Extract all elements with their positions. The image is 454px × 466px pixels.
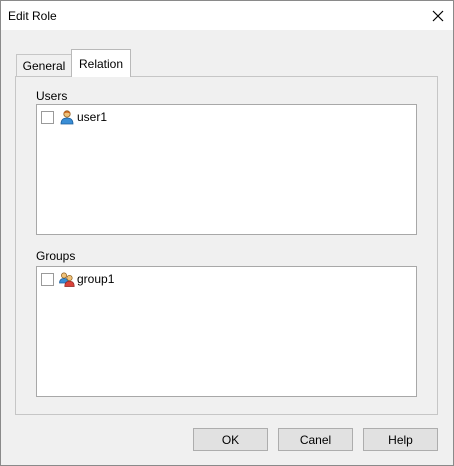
tab-relation-label: Relation bbox=[78, 56, 124, 71]
edit-role-dialog: Edit Role General Relation Users user1 G… bbox=[0, 0, 454, 466]
close-button[interactable] bbox=[423, 1, 453, 30]
tab-relation[interactable]: Relation bbox=[71, 49, 131, 77]
relation-panel: Users user1 Groups group1 bbox=[15, 76, 438, 415]
groups-list[interactable]: group1 bbox=[36, 266, 417, 397]
list-item-group1[interactable]: group1 bbox=[41, 271, 114, 287]
tab-general[interactable]: General bbox=[16, 54, 72, 76]
list-item-user1[interactable]: user1 bbox=[41, 109, 107, 125]
group1-label: group1 bbox=[77, 272, 115, 286]
dialog-title: Edit Role bbox=[8, 9, 57, 23]
users-list[interactable]: user1 bbox=[36, 104, 417, 235]
user-icon bbox=[60, 110, 74, 125]
group-icon bbox=[59, 272, 75, 287]
close-icon bbox=[432, 10, 444, 21]
cancel-button[interactable]: Canel bbox=[278, 428, 353, 451]
title-bar: Edit Role bbox=[1, 1, 453, 30]
groups-label: Groups bbox=[36, 249, 76, 263]
group1-checkbox[interactable] bbox=[41, 272, 54, 286]
help-button[interactable]: Help bbox=[363, 428, 438, 451]
user1-checkbox[interactable] bbox=[41, 110, 54, 124]
users-label: Users bbox=[36, 89, 68, 103]
user1-label: user1 bbox=[77, 110, 108, 124]
tab-general-label: General bbox=[22, 58, 66, 73]
ok-button[interactable]: OK bbox=[193, 428, 268, 451]
